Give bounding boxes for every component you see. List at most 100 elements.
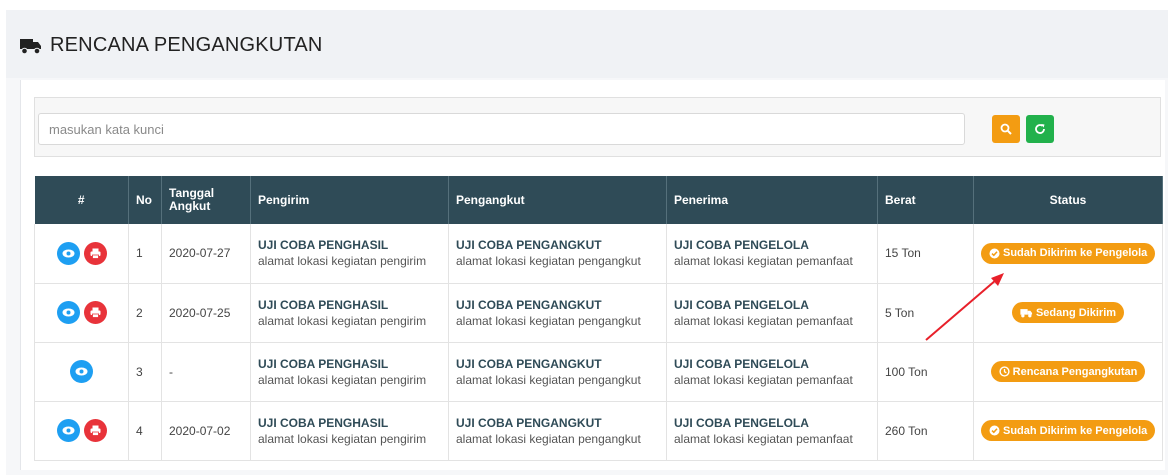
row-pengirim: UJI COBA PENGHASIL alamat lokasi kegiatan…: [250, 401, 449, 461]
penerima-address: alamat lokasi kegiatan pemanfaat: [674, 254, 853, 269]
penerima-address: alamat lokasi kegiatan pemanfaat: [674, 313, 853, 328]
penerima-address: alamat lokasi kegiatan pemanfaat: [674, 372, 853, 387]
refresh-button[interactable]: [1026, 115, 1054, 143]
row-tanggal: 2020-07-27: [161, 224, 251, 284]
row-pengangkut: UJI COBA PENGANGKUT alamat lokasi kegiata…: [448, 401, 667, 461]
status-text: Rencana Pengangkutan: [1012, 365, 1138, 378]
truck-icon: [20, 37, 42, 55]
row-status: Sedang Dikirim: [973, 283, 1163, 343]
table-header-row: # No Tanggal Angkut Pengirim Pengangkut …: [34, 176, 1163, 224]
refresh-icon: [1035, 124, 1045, 134]
view-button[interactable]: [70, 360, 93, 383]
status-badge[interactable]: Rencana Pengangkutan: [990, 361, 1146, 382]
status-badge[interactable]: Sudah Dikirim ke Pengelola: [981, 420, 1156, 441]
check-circle-icon: [989, 425, 1000, 436]
print-icon: [90, 248, 101, 259]
header-penerima: Penerima: [666, 176, 878, 224]
row-actions: [34, 283, 129, 343]
view-button[interactable]: [56, 301, 80, 324]
row-penerima: UJI COBA PENGELOLA alamat lokasi kegiatan…: [666, 283, 878, 343]
page-title-text: RENCANA PENGANGKUTAN: [50, 34, 323, 56]
pengirim-name: UJI COBA PENGHASIL: [258, 238, 389, 253]
row-berat: 260 Ton: [877, 401, 974, 461]
header-no: No: [128, 176, 162, 224]
pengangkut-name: UJI COBA PENGANGKUT: [456, 238, 602, 253]
eye-icon: [62, 249, 75, 258]
header-actions: #: [34, 176, 129, 224]
row-penerima: UJI COBA PENGELOLA alamat lokasi kegiatan…: [666, 224, 878, 284]
penerima-name: UJI COBA PENGELOLA: [674, 356, 809, 371]
row-status: Rencana Pengangkutan: [973, 342, 1163, 402]
row-berat: 100 Ton: [877, 342, 974, 402]
pengirim-address: alamat lokasi kegiatan pengirim: [258, 372, 427, 387]
pengangkut-address: alamat lokasi kegiatan pengangkut: [456, 431, 641, 446]
pengirim-address: alamat lokasi kegiatan pengirim: [258, 254, 427, 269]
row-berat: 15 Ton: [877, 224, 974, 284]
pengangkut-address: alamat lokasi kegiatan pengangkut: [456, 254, 641, 269]
header-pengirim: Pengirim: [250, 176, 449, 224]
view-button[interactable]: [56, 419, 80, 442]
pengirim-name: UJI COBA PENGHASIL: [258, 356, 389, 371]
eye-icon: [62, 426, 75, 435]
row-penerima: UJI COBA PENGELOLA alamat lokasi kegiatan…: [666, 401, 878, 461]
row-no: 2: [128, 283, 162, 343]
eye-icon: [62, 308, 75, 317]
status-badge[interactable]: Sudah Dikirim ke Pengelola: [981, 242, 1156, 264]
row-status: Sudah Dikirim ke Pengelola: [973, 401, 1163, 461]
pengangkut-address: alamat lokasi kegiatan pengangkut: [456, 372, 641, 387]
view-button[interactable]: [56, 241, 80, 265]
page: RENCANA PENGANGKUTAN # No Tanggal Angkut…: [0, 0, 1168, 475]
search-icon: [1000, 123, 1012, 135]
penerima-address: alamat lokasi kegiatan pemanfaat: [674, 431, 853, 446]
row-no: 3: [128, 342, 162, 402]
status-badge[interactable]: Sedang Dikirim: [1011, 302, 1125, 323]
table-row: 2 2020-07-25 UJI COBA PENGHASIL alamat loka…: [34, 283, 1163, 343]
print-button[interactable]: [83, 241, 107, 265]
row-berat: 5 Ton: [877, 283, 974, 343]
pengirim-address: alamat lokasi kegiatan pengirim: [258, 431, 427, 446]
pengirim-name: UJI COBA PENGHASIL: [258, 415, 389, 430]
print-button[interactable]: [83, 301, 107, 324]
row-no: 4: [128, 401, 162, 461]
penerima-name: UJI COBA PENGELOLA: [674, 415, 809, 430]
clock-icon: [999, 366, 1010, 377]
pengangkut-name: UJI COBA PENGANGKUT: [456, 356, 602, 371]
penerima-name: UJI COBA PENGELOLA: [674, 238, 809, 253]
row-pengangkut: UJI COBA PENGANGKUT alamat lokasi kegiata…: [448, 283, 667, 343]
header-tanggal: Tanggal Angkut: [161, 176, 251, 224]
row-pengirim: UJI COBA PENGHASIL alamat lokasi kegiatan…: [250, 342, 449, 402]
table-row: 4 2020-07-02 UJI COBA PENGHASIL alamat loka…: [34, 401, 1163, 461]
pengirim-name: UJI COBA PENGHASIL: [258, 297, 389, 312]
row-pengangkut: UJI COBA PENGANGKUT alamat lokasi kegiata…: [448, 224, 667, 284]
row-no: 1: [128, 224, 162, 284]
header-pengangkut: Pengangkut: [448, 176, 667, 224]
search-button[interactable]: [992, 115, 1020, 143]
row-actions: [34, 401, 129, 461]
header-status: Status: [973, 176, 1163, 224]
eye-icon: [75, 367, 88, 376]
pengirim-address: alamat lokasi kegiatan pengirim: [258, 313, 427, 328]
header-berat: Berat: [877, 176, 974, 224]
row-pengirim: UJI COBA PENGHASIL alamat lokasi kegiatan…: [250, 224, 449, 284]
status-text: Sedang Dikirim: [1035, 306, 1117, 319]
row-pengangkut: UJI COBA PENGANGKUT alamat lokasi kegiata…: [448, 342, 667, 402]
print-button[interactable]: [83, 419, 107, 442]
pengangkut-name: UJI COBA PENGANGKUT: [456, 415, 602, 430]
table-row: 3- UJI COBA PENGHASIL alamat lokasi kegiat…: [34, 342, 1163, 402]
row-actions: [34, 342, 129, 402]
search-input[interactable]: [38, 113, 965, 145]
print-icon: [90, 307, 101, 318]
status-text: Sudah Dikirim ke Pengelola: [1003, 424, 1148, 437]
pengangkut-address: alamat lokasi kegiatan pengangkut: [456, 313, 641, 328]
status-text: Sudah Dikirim ke Pengelola: [1003, 247, 1148, 260]
truck-icon: [1020, 308, 1033, 318]
print-icon: [90, 425, 101, 436]
row-actions: [34, 224, 129, 284]
row-penerima: UJI COBA PENGELOLA alamat lokasi kegiatan…: [666, 342, 878, 402]
pengangkut-name: UJI COBA PENGANGKUT: [456, 297, 602, 312]
page-title: RENCANA PENGANGKUTAN: [20, 34, 323, 57]
penerima-name: UJI COBA PENGELOLA: [674, 297, 809, 312]
row-tanggal: 2020-07-25: [161, 283, 251, 343]
row-pengirim: UJI COBA PENGHASIL alamat lokasi kegiatan…: [250, 283, 449, 343]
table-row: 1 2020-07-27 UJI COBA PENGHASIL alamat loka…: [34, 224, 1163, 284]
